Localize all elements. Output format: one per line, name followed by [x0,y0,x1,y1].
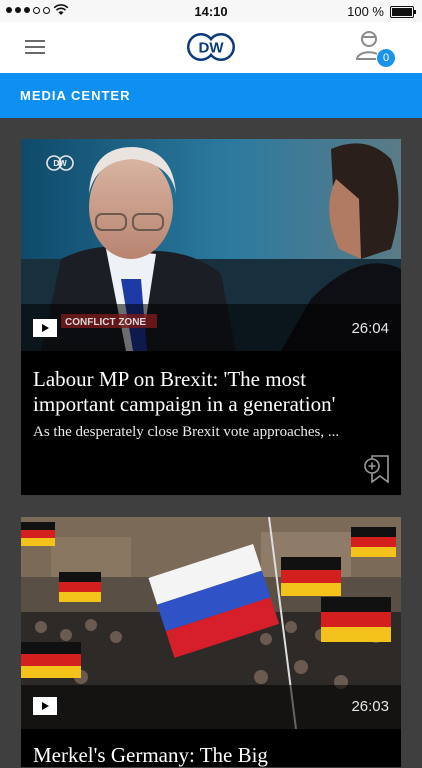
card-title[interactable]: Labour MP on Brexit: 'The most important… [33,367,389,417]
thumbnail-brand: DW [53,159,67,168]
section-bar: MEDIA CENTER [0,73,422,118]
logo-text: DW [199,40,225,57]
media-card[interactable]: 26:03 Merkel's Germany: The Big [21,517,401,767]
media-card[interactable]: DW CONFLICT ZONE 26:04 Labour MP on Brex… [21,139,401,495]
card-teaser: As the desperately close Brexit vote app… [33,424,340,440]
app-header: DW 0 [0,22,422,73]
video-duration: 26:04 [351,320,389,337]
hamburger-icon[interactable] [25,40,45,54]
video-thumbnail[interactable]: 26:03 [21,517,401,729]
play-icon[interactable] [33,697,57,715]
card-title[interactable]: Merkel's Germany: The Big [33,743,389,768]
user-button[interactable]: 0 [354,28,396,68]
status-bar: 14:10 100 % [0,0,422,22]
dw-logo[interactable]: DW [186,32,236,62]
battery-percent: 100 % [347,4,384,19]
thumbnail-show-name: CONFLICT ZONE [65,317,146,328]
bookmark-add-icon[interactable] [363,455,389,483]
play-icon[interactable] [33,319,57,337]
section-title: MEDIA CENTER [20,88,131,103]
video-thumbnail-image: DW CONFLICT ZONE [21,139,401,351]
notification-badge: 0 [376,48,396,68]
battery-icon [390,5,416,18]
video-duration: 26:03 [351,698,389,715]
video-thumbnail[interactable]: DW CONFLICT ZONE 26:04 [21,139,401,351]
video-thumbnail-image [21,517,401,729]
